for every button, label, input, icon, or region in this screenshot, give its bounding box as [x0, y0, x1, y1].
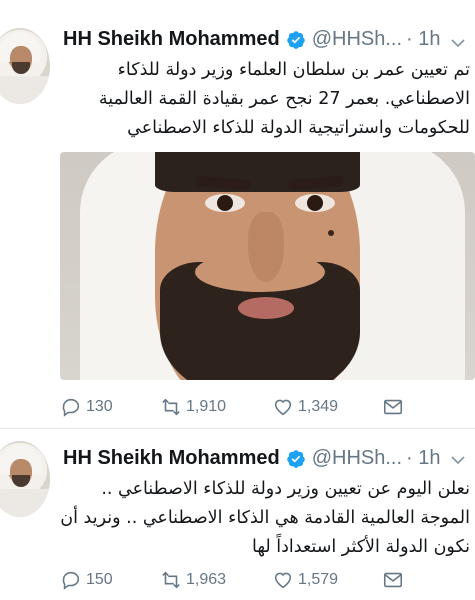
direct-message-button[interactable]: [382, 396, 408, 418]
tweet-photo[interactable]: [60, 152, 475, 380]
display-name[interactable]: HH Sheikh Mohammed: [63, 28, 280, 51]
photo-eye: [205, 194, 245, 212]
tweet[interactable]: HH Sheikh Mohammed @HHSh... · 1h نعلن ال…: [0, 428, 475, 600]
avatar[interactable]: [0, 28, 50, 104]
reply-icon: [62, 398, 80, 417]
avatar-robe: [0, 76, 50, 104]
avatar-beard: [12, 475, 30, 487]
tweet-text-line: تم تعيين عمر بن سلطان العلماء وزير دولة …: [117, 60, 470, 80]
tweet-time[interactable]: · 1h: [406, 28, 440, 51]
verified-badge-icon: [286, 449, 305, 468]
like-icon: [274, 399, 292, 416]
like-button[interactable]: 1,349: [272, 396, 338, 418]
retweet-icon: [162, 571, 180, 589]
tweet-text-line: الاصطناعي. بعمر 27 نجح عمر بقيادة القمة …: [98, 89, 470, 109]
retweet-count: 1,910: [186, 398, 227, 415]
like-count: 1,349: [298, 398, 339, 415]
photo-nose: [248, 212, 284, 282]
chevron-down-icon[interactable]: [451, 455, 465, 465]
tweet-text: نعلن اليوم عن تعيين وزير دولة للذكاء الا…: [60, 475, 470, 562]
chevron-down-icon[interactable]: [451, 38, 465, 48]
avatar[interactable]: [0, 441, 50, 517]
reply-count: 130: [86, 398, 113, 415]
display-name[interactable]: HH Sheikh Mohammed: [63, 447, 280, 470]
retweet-count: 1,963: [186, 571, 227, 588]
direct-message-icon: [383, 399, 403, 415]
tweet-header: HH Sheikh Mohammed @HHSh... · 1h: [63, 447, 441, 470]
reply-button[interactable]: 150: [60, 569, 113, 591]
user-handle[interactable]: @HHSh...: [312, 28, 402, 51]
reply-button[interactable]: 130: [60, 396, 113, 418]
photo-lips: [238, 297, 294, 319]
user-handle[interactable]: @HHSh...: [312, 447, 402, 470]
retweet-button[interactable]: 1,963: [160, 569, 226, 591]
tweet-text-line: نكون الدولة الأكثر استعداداً لها: [251, 537, 470, 557]
tweet-header: HH Sheikh Mohammed @HHSh... · 1h: [63, 28, 441, 51]
avatar-robe: [0, 489, 50, 517]
photo-eye: [295, 194, 335, 212]
tweet-text-line: الموجة العالمية القادمة هي الذكاء الاصطن…: [60, 508, 470, 528]
tweet-text-line: للحكومات واستراتيجية الدولة للذكاء الاصط…: [127, 118, 470, 138]
tweet-text-line: نعلن اليوم عن تعيين وزير دولة للذكاء الا…: [101, 479, 470, 499]
direct-message-icon: [383, 572, 403, 588]
direct-message-button[interactable]: [382, 569, 408, 591]
like-count: 1,579: [298, 571, 339, 588]
photo-mole: [328, 230, 334, 236]
reply-icon: [62, 571, 80, 590]
like-icon: [274, 572, 292, 589]
avatar-beard: [12, 62, 30, 74]
tweet-text: تم تعيين عمر بن سلطان العلماء وزير دولة …: [60, 56, 470, 143]
retweet-button[interactable]: 1,910: [160, 396, 226, 418]
reply-count: 150: [86, 571, 113, 588]
retweet-icon: [162, 398, 180, 416]
like-button[interactable]: 1,579: [272, 569, 338, 591]
tweet-time[interactable]: · 1h: [406, 447, 440, 470]
tweet[interactable]: HH Sheikh Mohammed @HHSh... · 1h تم تعيي…: [0, 0, 475, 428]
verified-badge-icon: [286, 30, 305, 49]
